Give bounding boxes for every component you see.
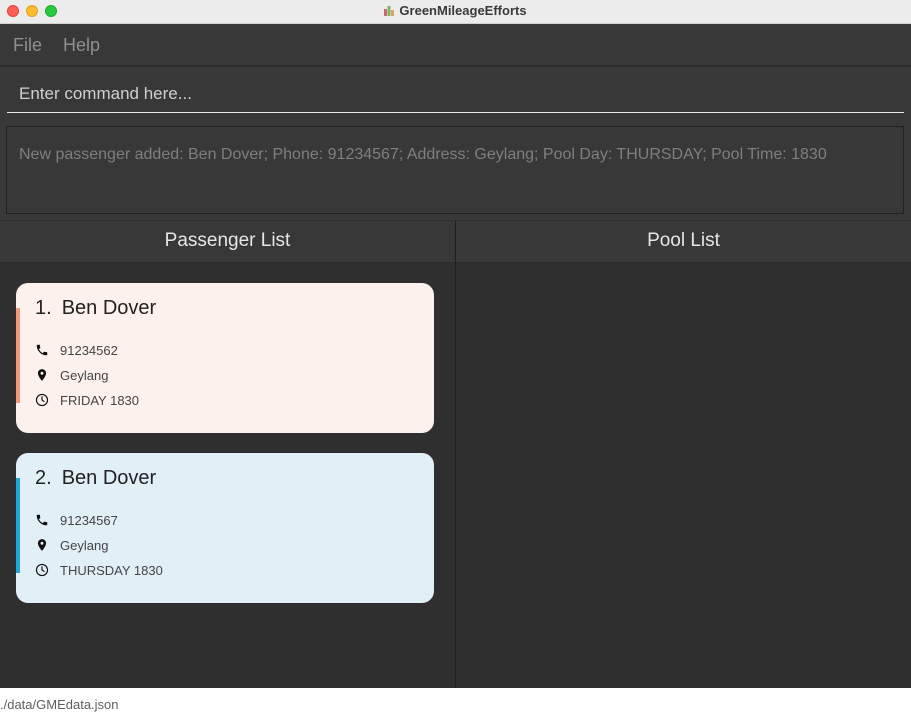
pool-list[interactable] <box>456 264 911 688</box>
passenger-time: FRIDAY 1830 <box>60 393 140 408</box>
menu-bar: File Help <box>0 24 911 66</box>
result-text: New passenger added: Ben Dover; Phone: 9… <box>19 146 827 163</box>
menu-file[interactable]: File <box>13 35 42 56</box>
passenger-address: Geylang <box>60 538 109 553</box>
map-pin-icon <box>37 369 47 381</box>
passenger-list[interactable]: 1. Ben Dover 91234562 Geylang FRIDAY 1830… <box>0 264 455 688</box>
command-box <box>0 67 911 120</box>
passenger-name-text: Ben Dover <box>61 297 157 319</box>
app-icon <box>384 6 395 16</box>
data-file-path: ./data/GMEdata.json <box>0 697 119 712</box>
clock-icon <box>35 563 49 577</box>
title-bar: GreenMileageEfforts <box>0 0 911 24</box>
window-title: GreenMileageEfforts <box>399 3 527 18</box>
card-accent-bar <box>16 308 20 403</box>
passenger-name: 2. Ben Dover <box>35 467 156 490</box>
passenger-phone: 91234567 <box>60 513 118 528</box>
card-accent-bar <box>16 478 20 573</box>
passenger-name-text: Ben Dover <box>61 467 157 489</box>
passenger-index: 2. <box>35 467 52 489</box>
passenger-card[interactable]: 1. Ben Dover 91234562 Geylang FRIDAY 1830 <box>16 283 434 433</box>
status-bar: ./data/GMEdata.json <box>0 688 911 719</box>
map-pin-icon <box>37 539 47 551</box>
result-box[interactable]: New passenger added: Ben Dover; Phone: 9… <box>6 126 904 214</box>
passenger-card[interactable]: 2. Ben Dover 91234567 Geylang THURSDAY 18… <box>16 453 434 603</box>
command-input[interactable] <box>7 75 904 113</box>
menu-help[interactable]: Help <box>63 35 100 56</box>
result-display: New passenger added: Ben Dover; Phone: 9… <box>0 120 911 220</box>
window-title-wrap: GreenMileageEfforts <box>0 3 911 18</box>
phone-icon <box>36 344 48 356</box>
clock-icon <box>35 393 49 407</box>
passenger-address: Geylang <box>60 368 109 383</box>
passenger-index: 1. <box>35 297 52 319</box>
phone-icon <box>36 514 48 526</box>
pool-list-header: Pool List <box>456 221 911 263</box>
passenger-time: THURSDAY 1830 <box>60 563 163 578</box>
passenger-list-header: Passenger List <box>0 221 455 263</box>
passenger-phone: 91234562 <box>60 343 118 358</box>
passenger-name: 1. Ben Dover <box>35 297 156 320</box>
